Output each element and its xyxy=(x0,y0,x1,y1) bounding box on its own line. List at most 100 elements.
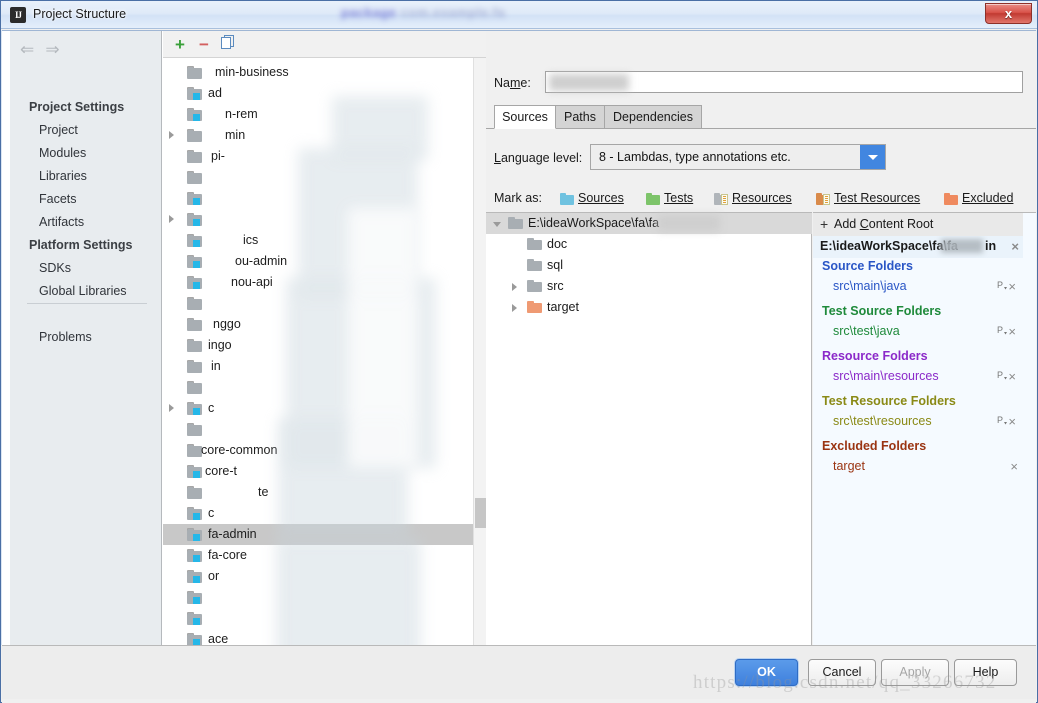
sidebar-item-global-libraries[interactable]: Global Libraries xyxy=(10,284,162,298)
expand-toggle-icon[interactable] xyxy=(512,304,517,312)
expand-toggle-icon[interactable] xyxy=(512,283,517,291)
module-folder-icon xyxy=(187,570,202,583)
plus-icon: + xyxy=(820,216,829,232)
folder-path: src\test\java xyxy=(833,324,900,338)
add-module-button[interactable]: + xyxy=(169,34,191,55)
module-row[interactable]: min-business xyxy=(163,62,473,83)
module-name-input[interactable] xyxy=(545,71,1023,93)
module-row[interactable] xyxy=(163,587,473,608)
module-row[interactable]: fa-core xyxy=(163,545,473,566)
chevron-down-icon[interactable] xyxy=(860,145,885,169)
tab-paths[interactable]: Paths xyxy=(555,105,605,129)
module-row[interactable]: ace xyxy=(163,629,473,646)
expand-toggle-icon[interactable] xyxy=(493,222,501,227)
folder-group-row[interactable]: target × xyxy=(813,457,1023,477)
module-row[interactable]: nggo xyxy=(163,314,473,335)
package-prefix-icon[interactable]: P xyxy=(997,415,1008,426)
expand-toggle-icon[interactable] xyxy=(169,404,174,412)
sidebar-item-sdks[interactable]: SDKs xyxy=(10,261,162,275)
module-row[interactable] xyxy=(163,188,473,209)
forward-arrow-icon[interactable]: ⇒ xyxy=(45,41,67,59)
mark-as-label: Excluded xyxy=(962,191,1014,205)
sidebar-item-modules[interactable]: Modules xyxy=(10,146,162,160)
module-row[interactable] xyxy=(163,209,473,230)
settings-sidebar: ⇐ ⇒ Project Settings Platform Settings Pro… xyxy=(10,31,162,646)
module-row[interactable]: ad xyxy=(163,83,473,104)
back-arrow-icon[interactable]: ⇐ xyxy=(20,41,42,59)
folder-group-row[interactable]: src\main\resources P × xyxy=(813,367,1023,387)
module-row[interactable]: ics xyxy=(163,230,473,251)
package-prefix-icon[interactable]: P xyxy=(997,370,1008,381)
remove-folder-icon[interactable]: × xyxy=(1010,459,1018,474)
content-root-row[interactable]: E:\ideaWorkSpace\fa\fa xyxy=(486,213,812,234)
module-row[interactable]: core-t xyxy=(163,461,473,482)
module-row[interactable]: or xyxy=(163,566,473,587)
module-row[interactable]: min xyxy=(163,125,473,146)
tab-sources[interactable]: Sources xyxy=(494,105,556,129)
copy-module-button[interactable] xyxy=(217,34,239,55)
row-actions[interactable]: P × xyxy=(997,324,1018,339)
modules-scrollbar[interactable] xyxy=(473,58,486,646)
module-row[interactable] xyxy=(163,167,473,188)
close-button[interactable]: x xyxy=(985,3,1032,24)
module-row[interactable]: fa-admin xyxy=(163,524,473,545)
language-level-label: Language level: xyxy=(494,151,583,165)
folder-row[interactable]: src xyxy=(486,276,812,297)
module-folder-icon xyxy=(187,591,202,604)
module-label: ingo xyxy=(208,338,232,352)
folder-row[interactable]: doc xyxy=(486,234,812,255)
sidebar-item-artifacts[interactable]: Artifacts xyxy=(10,215,162,229)
remove-folder-icon[interactable]: × xyxy=(1008,369,1018,384)
folder-row[interactable]: target xyxy=(486,297,812,318)
modules-tree[interactable]: min-business ad n-rem min pi-ics ou-admin nou-… xyxy=(163,58,473,646)
help-button[interactable]: Help xyxy=(954,659,1017,686)
row-actions[interactable]: P × xyxy=(997,369,1018,384)
module-row[interactable]: te xyxy=(163,482,473,503)
tab-dependencies[interactable]: Dependencies xyxy=(604,105,702,129)
module-row[interactable]: in xyxy=(163,356,473,377)
sidebar-item-problems[interactable]: Problems xyxy=(10,330,162,344)
expand-toggle-icon[interactable] xyxy=(169,215,174,223)
module-row[interactable]: c xyxy=(163,398,473,419)
module-row[interactable]: nou-api xyxy=(163,272,473,293)
remove-folder-icon[interactable]: × xyxy=(1008,324,1018,339)
module-folder-icon xyxy=(187,339,202,352)
module-row[interactable]: c xyxy=(163,503,473,524)
sidebar-item-project[interactable]: Project xyxy=(10,123,162,137)
expand-toggle-icon[interactable] xyxy=(169,131,174,139)
module-row[interactable] xyxy=(163,293,473,314)
folder-path: target xyxy=(833,459,865,473)
module-row[interactable] xyxy=(163,608,473,629)
language-level-select[interactable]: 8 - Lambdas, type annotations etc. xyxy=(590,144,886,170)
module-row[interactable]: ou-admin xyxy=(163,251,473,272)
add-content-root-button[interactable]: + Add Content Root xyxy=(813,213,1023,236)
modules-scrollbar-thumb[interactable] xyxy=(475,498,486,528)
package-prefix-icon[interactable]: P xyxy=(997,280,1008,291)
sidebar-item-libraries[interactable]: Libraries xyxy=(10,169,162,183)
remove-module-button[interactable]: − xyxy=(193,34,215,55)
remove-content-root-icon[interactable]: × xyxy=(1011,239,1019,254)
apply-button[interactable]: Apply xyxy=(881,659,949,686)
folder-group-row[interactable]: src\test\resources P × xyxy=(813,412,1023,432)
cancel-button[interactable]: Cancel xyxy=(808,659,876,686)
remove-folder-icon[interactable]: × xyxy=(1008,414,1018,429)
remove-folder-icon[interactable]: × xyxy=(1008,279,1018,294)
sidebar-item-facets[interactable]: Facets xyxy=(10,192,162,206)
module-row[interactable] xyxy=(163,377,473,398)
module-row[interactable]: n-rem xyxy=(163,104,473,125)
module-row[interactable]: core-common xyxy=(163,440,473,461)
row-actions[interactable]: P × xyxy=(997,279,1018,294)
folder-row[interactable]: sql xyxy=(486,255,812,276)
content-folder-tree[interactable]: E:\ideaWorkSpace\fa\fa doc sql src target xyxy=(486,212,812,665)
folder-group-row[interactable]: src\main\java P × xyxy=(813,277,1023,297)
ok-button[interactable]: OK xyxy=(735,659,798,686)
row-actions[interactable]: P × xyxy=(997,414,1018,429)
module-row[interactable]: ingo xyxy=(163,335,473,356)
package-prefix-icon[interactable]: P xyxy=(997,325,1008,336)
folder-group-row[interactable]: src\test\java P × xyxy=(813,322,1023,342)
content-root-redaction xyxy=(941,239,983,253)
module-label: ace xyxy=(208,632,229,646)
module-row[interactable] xyxy=(163,419,473,440)
content-root-header[interactable]: E:\ideaWorkSpace\fa\fa in × xyxy=(813,236,1023,258)
module-row[interactable]: pi- xyxy=(163,146,473,167)
